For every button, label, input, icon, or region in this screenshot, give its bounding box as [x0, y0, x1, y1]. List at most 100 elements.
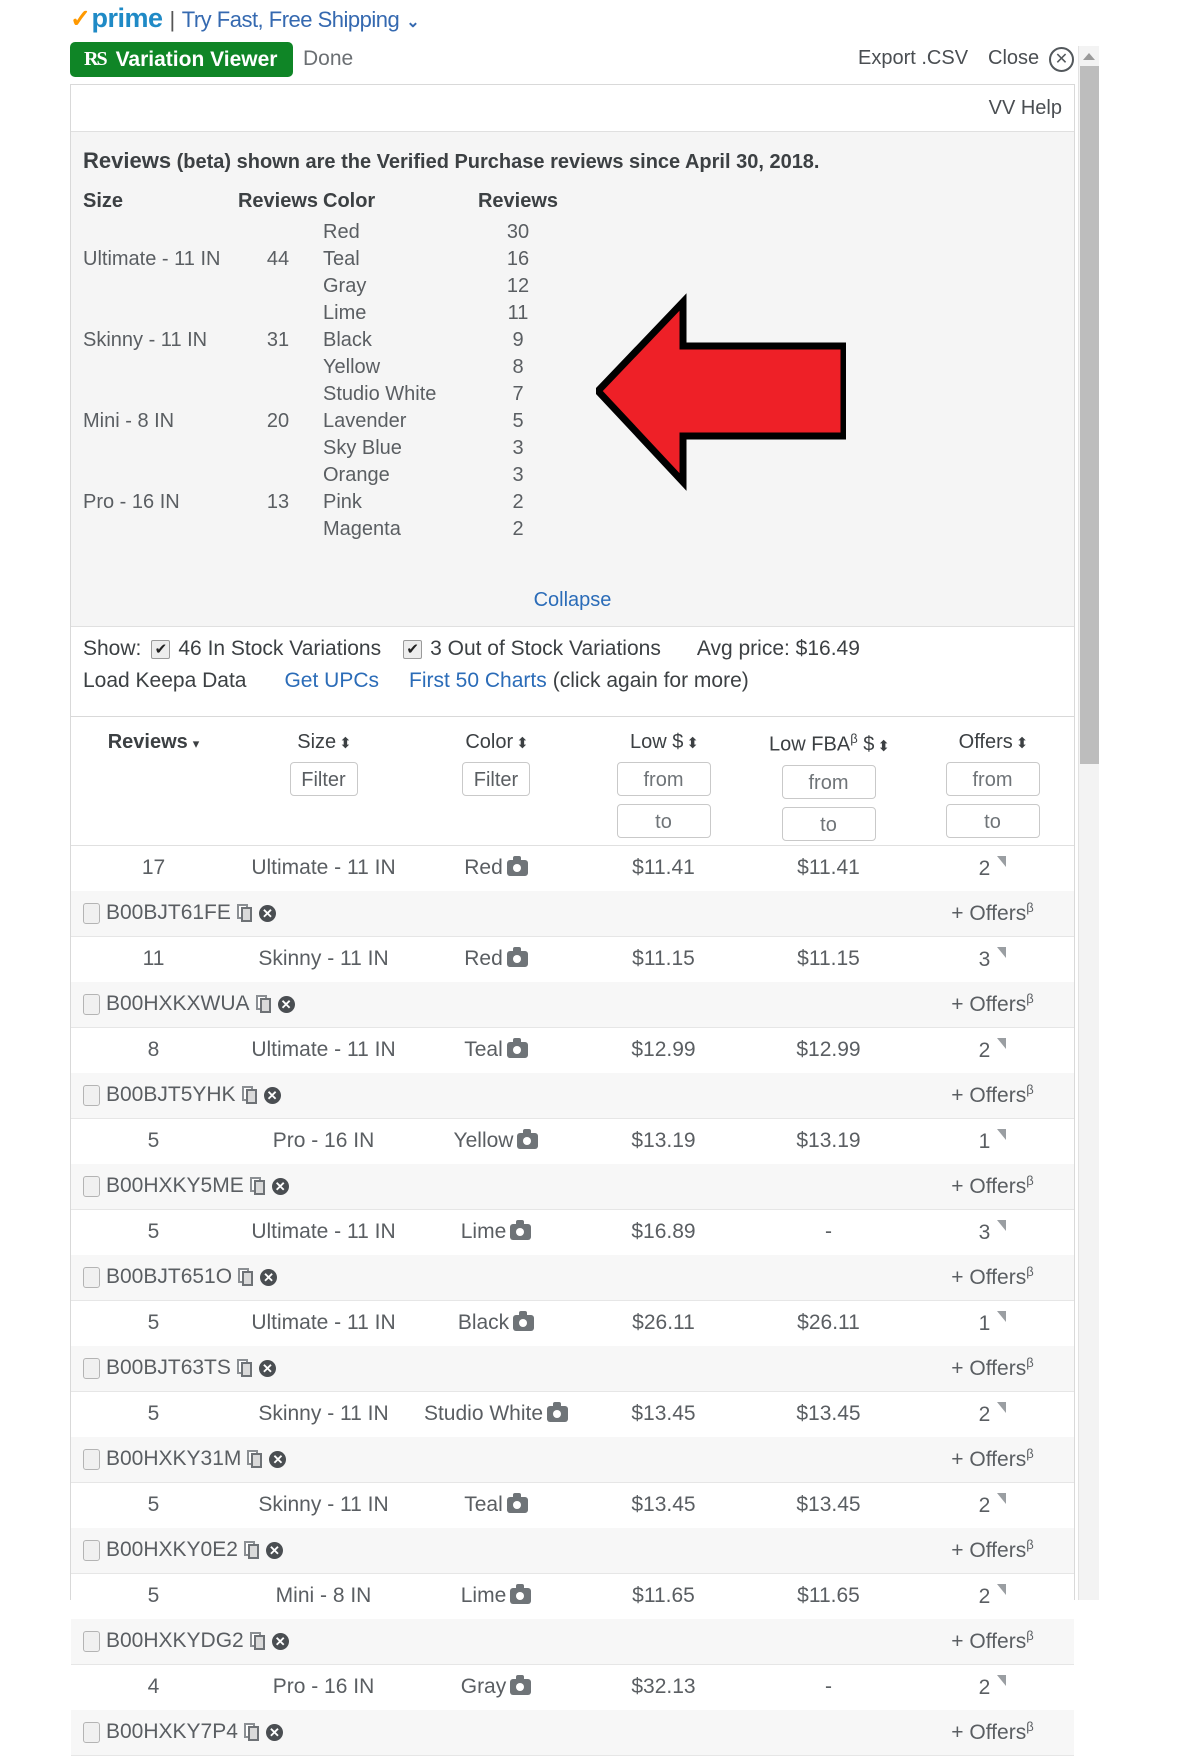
remove-icon[interactable]: ✕ [260, 1268, 278, 1286]
get-upcs-link[interactable]: Get UPCs [284, 669, 379, 693]
offers-to-input[interactable]: to [945, 804, 1040, 838]
table-row[interactable]: 5 Pro - 16 IN Yellow $13.19 $13.19 1 [71, 1118, 1074, 1164]
add-offers-link[interactable]: + Offersβ [911, 1527, 1074, 1574]
asin-text[interactable]: B00HXKY7P4 [106, 1720, 238, 1744]
asin-text[interactable]: B00BJT651O [106, 1265, 232, 1289]
cell-offers[interactable]: 3 [911, 1209, 1074, 1255]
asin-text[interactable]: B00HXKY0E2 [106, 1538, 238, 1562]
row-select-checkbox[interactable] [83, 1084, 100, 1106]
copy-icon[interactable] [247, 1450, 263, 1469]
table-row-asin[interactable]: B00HXKY5ME ✕ + Offersβ [71, 1163, 1074, 1210]
low-fba-to-input[interactable]: to [781, 806, 876, 841]
row-select-checkbox[interactable] [83, 993, 100, 1015]
row-select-checkbox[interactable] [83, 1175, 100, 1197]
add-offers-link[interactable]: + Offersβ [911, 890, 1074, 937]
cell-offers[interactable]: 2 [911, 1664, 1074, 1710]
export-csv-button[interactable]: Export .CSV [858, 47, 968, 70]
remove-icon[interactable]: ✕ [271, 1632, 289, 1650]
size-filter-button[interactable]: Filter [289, 762, 358, 796]
out-of-stock-checkbox[interactable]: ✔ [403, 639, 423, 659]
variation-viewer-button[interactable]: RS Variation Viewer [70, 42, 294, 77]
scrollbar-thumb[interactable] [1080, 66, 1099, 764]
low-fba-from-input[interactable]: from [781, 764, 876, 799]
low-price-from-input[interactable]: from [616, 762, 711, 796]
asin-text[interactable]: B00HXKY5ME [106, 1174, 244, 1198]
remove-icon[interactable]: ✕ [271, 1177, 289, 1195]
add-offers-link[interactable]: + Offersβ [911, 981, 1074, 1028]
table-row[interactable]: 4 Pro - 16 IN Gray $32.13 - 2 [71, 1664, 1074, 1710]
table-row[interactable]: 17 Ultimate - 11 IN Red $11.41 $11.41 2 [71, 845, 1074, 891]
table-row-asin[interactable]: B00BJT651O ✕ + Offersβ [71, 1254, 1074, 1301]
add-offers-link[interactable]: + Offersβ [911, 1163, 1074, 1210]
cell-offers[interactable]: 2 [911, 1391, 1074, 1437]
camera-icon[interactable] [510, 1220, 532, 1241]
remove-icon[interactable]: ✕ [263, 1086, 281, 1104]
copy-icon[interactable] [255, 995, 272, 1014]
copy-icon[interactable] [249, 1632, 266, 1651]
sort-arrows-icon[interactable]: ⬍ [516, 735, 529, 752]
remove-icon[interactable]: ✕ [277, 995, 295, 1013]
remove-icon[interactable]: ✕ [265, 1541, 283, 1559]
asin-text[interactable]: B00HXKXWUA [106, 992, 250, 1016]
color-filter-button[interactable]: Filter [462, 762, 530, 796]
table-row[interactable]: 11 Skinny - 11 IN Red $11.15 $11.15 3 [71, 936, 1074, 982]
remove-icon[interactable]: ✕ [258, 1359, 276, 1377]
vertical-scrollbar[interactable] [1078, 46, 1099, 1600]
sort-arrows-icon[interactable]: ⬍ [686, 735, 699, 752]
load-keepa-data-button[interactable]: Load Keepa Data [83, 669, 246, 693]
col-header-size[interactable]: Size ⬍ Filter [236, 717, 411, 846]
copy-icon[interactable] [249, 1177, 266, 1196]
table-row-asin[interactable]: B00HXKXWUA ✕ + Offersβ [71, 981, 1074, 1028]
table-row-asin[interactable]: B00HXKY0E2 ✕ + Offersβ [71, 1527, 1074, 1574]
camera-icon[interactable] [547, 1402, 569, 1423]
copy-icon[interactable] [236, 1359, 253, 1378]
copy-icon[interactable] [236, 904, 253, 923]
table-row[interactable]: 5 Skinny - 11 IN Studio White $13.45 $13… [71, 1391, 1074, 1437]
remove-icon[interactable]: ✕ [269, 1450, 287, 1468]
camera-icon[interactable] [506, 1038, 528, 1059]
table-row[interactable]: 5 Skinny - 11 IN Teal $13.45 $13.45 2 [71, 1482, 1074, 1528]
row-select-checkbox[interactable] [83, 1539, 100, 1561]
asin-text[interactable]: B00BJT5YHK [106, 1083, 236, 1107]
asin-text[interactable]: B00HXKYDG2 [106, 1629, 244, 1653]
row-select-checkbox[interactable] [83, 1448, 100, 1470]
row-select-checkbox[interactable] [83, 1266, 100, 1288]
camera-icon[interactable] [506, 856, 528, 877]
chevron-down-icon[interactable]: ⌄ [406, 12, 419, 32]
add-offers-link[interactable]: + Offersβ [911, 1254, 1074, 1301]
col-header-low-fba[interactable]: Low FBAβ $ ⬍ from to [746, 717, 911, 846]
sort-arrows-icon[interactable]: ⬍ [1016, 735, 1029, 752]
camera-icon[interactable] [506, 1493, 528, 1514]
collapse-link[interactable]: Collapse [71, 589, 1074, 612]
cell-offers[interactable]: 2 [911, 1482, 1074, 1528]
add-offers-link[interactable]: + Offersβ [911, 1709, 1074, 1756]
add-offers-link[interactable]: + Offersβ [911, 1345, 1074, 1392]
fast-free-shipping-link[interactable]: Try Fast, Free Shipping [182, 7, 400, 33]
asin-text[interactable]: B00BJT61FE [106, 901, 231, 925]
camera-icon[interactable] [517, 1129, 539, 1150]
camera-icon[interactable] [510, 1584, 532, 1605]
table-row[interactable]: 8 Ultimate - 11 IN Teal $12.99 $12.99 2 [71, 1027, 1074, 1073]
table-row-asin[interactable]: B00BJT5YHK ✕ + Offersβ [71, 1072, 1074, 1119]
vv-help-link[interactable]: VV Help [989, 97, 1062, 120]
close-icon[interactable]: ✕ [1049, 47, 1074, 72]
row-select-checkbox[interactable] [83, 1630, 100, 1652]
camera-icon[interactable] [513, 1311, 535, 1332]
row-select-checkbox[interactable] [83, 1357, 100, 1379]
col-header-reviews[interactable]: Reviews ▾ [71, 717, 236, 846]
asin-text[interactable]: B00HXKY31M [106, 1447, 241, 1471]
remove-icon[interactable]: ✕ [258, 904, 276, 922]
remove-icon[interactable]: ✕ [265, 1723, 283, 1741]
table-row-asin[interactable]: B00HXKY7P4 ✕ + Offersβ [71, 1709, 1074, 1756]
scroll-up-button[interactable] [1079, 46, 1099, 66]
done-button[interactable]: Done [303, 47, 353, 71]
table-row-asin[interactable]: B00BJT63TS ✕ + Offersβ [71, 1345, 1074, 1392]
table-row[interactable]: 5 Ultimate - 11 IN Lime $16.89 - 3 [71, 1209, 1074, 1255]
copy-icon[interactable] [238, 1268, 254, 1287]
add-offers-link[interactable]: + Offersβ [911, 1618, 1074, 1665]
cell-offers[interactable]: 2 [911, 845, 1074, 891]
camera-icon[interactable] [506, 947, 528, 968]
sort-arrows-icon[interactable]: ⬍ [877, 738, 890, 755]
cell-offers[interactable]: 1 [911, 1300, 1074, 1346]
table-row-asin[interactable]: B00HXKY31M ✕ + Offersβ [71, 1436, 1074, 1483]
